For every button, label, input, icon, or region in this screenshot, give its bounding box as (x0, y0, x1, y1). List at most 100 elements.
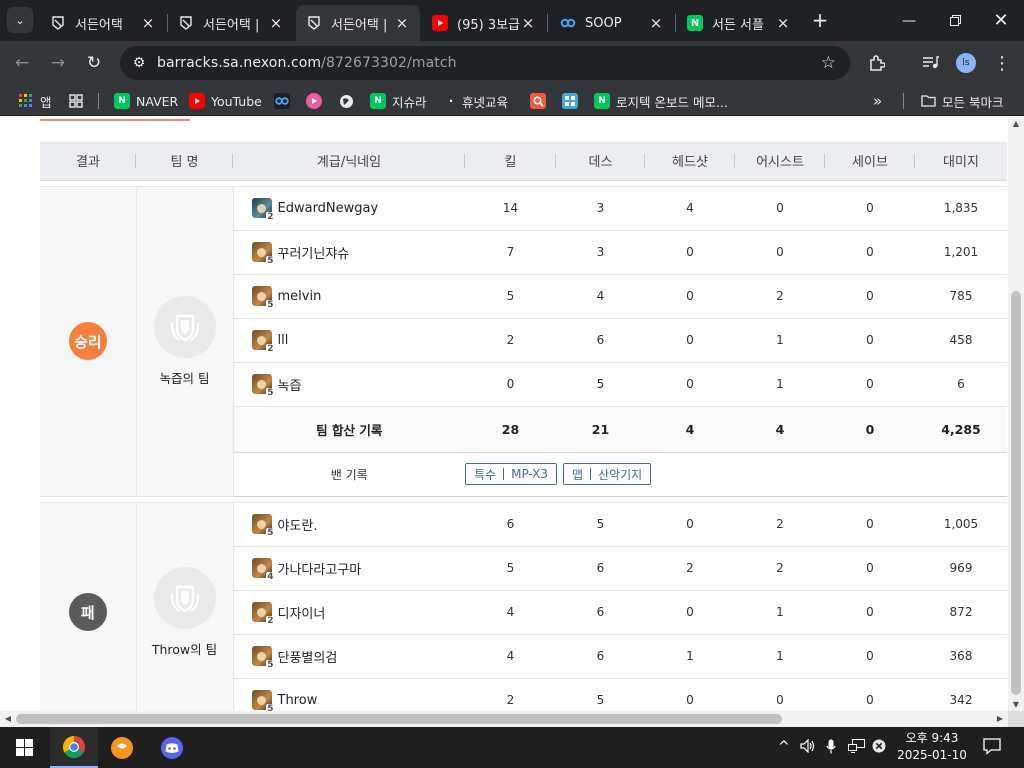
scroll-right-arrow-icon[interactable]: ▶ (992, 711, 1008, 727)
bookmark-grid[interactable] (68, 91, 90, 111)
stat-damage: 872 (915, 590, 1007, 635)
windows-start-icon[interactable] (0, 727, 48, 768)
more-menu-icon[interactable]: ⋮ (990, 51, 1014, 75)
bookmark-youtube[interactable]: YouTube (189, 91, 262, 111)
new-tab-button[interactable]: + (808, 8, 832, 32)
total-death: 21 (556, 406, 645, 453)
bookmark-soop[interactable] (274, 91, 296, 111)
bookmarks-overflow-icon[interactable]: » (873, 91, 882, 111)
bookmark-apps[interactable]: 앱 (18, 91, 52, 111)
bookmark-jishura[interactable]: N 지슈라 (370, 91, 427, 111)
bookmark-hunet[interactable]: · 휴넷교육 (446, 91, 508, 111)
player-nickname[interactable]: melvin (278, 289, 322, 304)
total-kill: 28 (465, 406, 556, 453)
tab-separator (675, 14, 676, 32)
tray-overflow-icon[interactable]: ^ (778, 739, 790, 755)
network-error-icon[interactable] (872, 739, 886, 757)
minimize-button[interactable]: — (886, 0, 932, 41)
address-bar[interactable]: ⚙ barracks.sa.nexon.com/872673302/match … (120, 46, 850, 80)
header-rank-nickname: 계급/닉네임 (233, 142, 465, 181)
browser-tab-5[interactable]: SOOP × (550, 5, 674, 41)
stat-kill: 5 (465, 546, 556, 591)
ban-tag[interactable]: 맵 산악기지 (563, 463, 652, 485)
player-nickname[interactable]: 꾸러기닌쟈슈 (278, 243, 350, 262)
browser-tab-1[interactable]: 서든어택 × (40, 5, 166, 41)
notification-center-icon[interactable] (983, 737, 1001, 759)
player-row[interactable]: 승리 녹즙의 팀 2 EdwardNewgay 14 3 4 0 0 1,835 (40, 186, 1007, 497)
browser-tab-3-active[interactable]: 서든어택 | × (296, 5, 420, 41)
site-info-icon[interactable]: ⚙ (130, 55, 148, 71)
bookmark-star-icon[interactable]: ☆ (821, 53, 836, 73)
all-bookmarks-button[interactable]: 모든 북마크 (920, 91, 1003, 111)
volume-icon[interactable] (800, 738, 816, 757)
ban-record-label: 밴 기록 (233, 452, 465, 497)
extensions-icon[interactable] (864, 51, 888, 75)
bookmark-search[interactable] (530, 91, 552, 111)
browser-tab-4[interactable]: (95) 3보급 × (422, 5, 546, 41)
bookmark-separator (903, 93, 904, 109)
player-nickname[interactable]: 디자이너 (278, 603, 326, 622)
losing-team-section: 패 Throw의 팀 5 야도란. 6 5 0 2 0 1,005 4 가나다라고구마 5 6 2 2 0 969… (40, 496, 1007, 711)
stat-kill: 7 (465, 230, 556, 275)
horizontal-scroll-thumb[interactable] (16, 714, 782, 724)
close-icon[interactable]: × (775, 14, 791, 32)
player-cell: 5 단풍별의검 (233, 634, 465, 679)
stat-kill: 2 (465, 318, 556, 363)
ban-tag-value: MP-X3 (511, 467, 549, 481)
player-nickname[interactable]: 가나다라고구마 (278, 559, 362, 578)
close-icon[interactable]: × (268, 14, 284, 32)
close-icon[interactable]: × (140, 14, 156, 32)
scroll-left-arrow-icon[interactable]: ◀ (0, 711, 16, 727)
vertical-scrollbar[interactable]: ▲ ▼ (1008, 117, 1024, 711)
kakaotalk-icon[interactable] (98, 727, 146, 768)
player-nickname[interactable]: lll (278, 333, 289, 348)
bookmark-puzzle[interactable] (562, 91, 584, 111)
browser-tab-6[interactable]: N 서든 서플 × (677, 5, 801, 41)
microphone-icon[interactable] (826, 739, 836, 758)
system-clock[interactable]: 오후 9:43 2025-01-10 (888, 730, 976, 764)
clock-time: 오후 9:43 (905, 731, 959, 745)
bookmark-play[interactable] (306, 91, 328, 111)
back-button[interactable]: ← (10, 51, 34, 75)
restore-button[interactable] (932, 0, 978, 41)
player-nickname[interactable]: Throw (278, 693, 318, 708)
close-window-button[interactable]: ✕ (978, 0, 1024, 41)
ban-tag[interactable]: 특수 MP-X3 (465, 463, 558, 485)
bookmark-logitech[interactable]: N 로지텍 온보드 메모... (594, 91, 728, 111)
bookmark-naver[interactable]: N NAVER (114, 91, 178, 111)
forward-button[interactable]: → (46, 51, 70, 75)
player-cell: 5 꾸러기닌쟈슈 (233, 230, 465, 275)
stat-kill: 6 (465, 502, 556, 547)
reload-button[interactable]: ↻ (82, 51, 106, 75)
result-cell: 승리 (40, 186, 137, 497)
rank-level: 2 (266, 616, 275, 626)
chrome-icon[interactable] (50, 727, 98, 768)
profile-avatar[interactable]: ls (956, 53, 976, 73)
close-icon[interactable]: × (394, 14, 410, 32)
tab-title: SOOP (585, 15, 622, 31)
tab-search-button[interactable]: ⌄ (7, 7, 33, 33)
horizontal-scrollbar[interactable]: ◀ ▶ (0, 711, 1008, 727)
close-icon[interactable]: × (648, 14, 664, 32)
scroll-down-arrow-icon[interactable]: ▼ (1008, 700, 1024, 709)
player-cell: 2 lll (233, 318, 465, 363)
rank-level: 5 (266, 704, 275, 711)
media-control-icon[interactable] (918, 51, 942, 75)
player-nickname[interactable]: 단풍별의검 (278, 647, 338, 666)
stat-save: 0 (825, 186, 915, 231)
vertical-scroll-thumb[interactable] (1011, 291, 1021, 695)
discord-icon[interactable] (148, 727, 196, 768)
team-total-label: 팀 합산 기록 (233, 406, 465, 453)
bookmark-globe[interactable] (338, 91, 360, 111)
player-nickname[interactable]: 야도란. (278, 515, 318, 534)
stat-damage: 785 (915, 274, 1007, 319)
player-nickname[interactable]: 녹즙 (278, 375, 302, 394)
scroll-up-arrow-icon[interactable]: ▲ (1008, 119, 1024, 128)
url-text[interactable]: barracks.sa.nexon.com/872673302/match (157, 55, 457, 71)
bookmarks-bar: 앱 N NAVER YouTube N 지슈라 · 휴넷교육 N 로지텍 온보드… (0, 85, 1024, 116)
browser-tab-2[interactable]: 서든어택 | × (168, 5, 294, 41)
close-icon[interactable]: × (520, 14, 536, 32)
player-row[interactable]: 패 Throw의 팀 5 야도란. 6 5 0 2 0 1,005 (40, 502, 1007, 711)
player-nickname[interactable]: EdwardNewgay (278, 201, 379, 216)
network-icon[interactable] (848, 739, 865, 757)
